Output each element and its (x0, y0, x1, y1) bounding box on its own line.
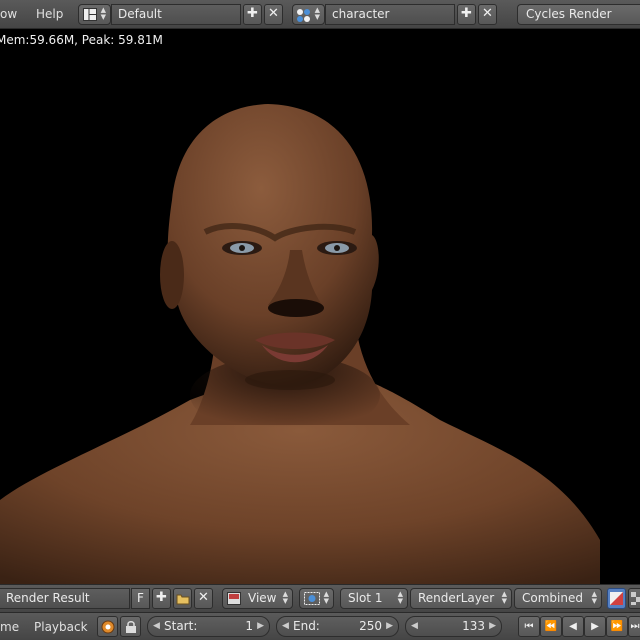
scene-icon (297, 9, 310, 22)
scene-name-field[interactable]: character (325, 4, 455, 25)
open-image-button[interactable] (173, 588, 192, 609)
skip-start-icon: ⏮ (524, 621, 534, 632)
image-editor-icon (227, 592, 241, 605)
delete-screen-button[interactable]: ✕ (264, 4, 283, 25)
top-header: ow Help ▲ ▼ Default ✚ ✕ ▲ ▼ character ✚ ✕ … (0, 0, 640, 29)
arrow-left-icon: ◀ (411, 621, 418, 631)
unlink-image-button[interactable]: ✕ (194, 588, 213, 609)
rewind-icon: ⏪ (544, 621, 558, 632)
updown-arrows-icon: ▲ ▼ (282, 590, 288, 605)
add-scene-button[interactable]: ✚ (457, 4, 476, 25)
view-menu-dropdown[interactable]: View ▲ ▼ (222, 588, 293, 609)
lock-button[interactable] (120, 616, 141, 637)
draw-channels-icon (304, 592, 320, 605)
render-viewport[interactable]: Mem:59.66M, Peak: 59.81M (0, 29, 640, 584)
keying-button[interactable] (97, 616, 118, 637)
arrow-right-icon: ▶ (386, 621, 393, 631)
jump-end-button[interactable]: ⏭ (628, 616, 640, 637)
render-engine-label: Cycles Render (526, 7, 612, 21)
fake-user-button[interactable]: F (131, 588, 150, 609)
new-image-button[interactable]: ✚ (152, 588, 171, 609)
end-value: 250 (359, 619, 382, 633)
play-button[interactable]: ▶ (584, 616, 606, 637)
current-frame-value: 133 (462, 619, 485, 633)
render-result-image (0, 104, 600, 584)
record-icon (101, 620, 114, 634)
arrow-left-icon: ◀ (153, 621, 160, 631)
play-icon: ▶ (591, 621, 599, 632)
updown-arrows-icon: ▲ ▼ (501, 590, 507, 605)
alpha-channel-button[interactable] (628, 588, 640, 609)
folder-icon (176, 594, 189, 605)
slot-dropdown[interactable]: Slot 1 ▲ ▼ (340, 588, 408, 609)
plus-icon: ✚ (156, 590, 167, 605)
screen-layout-selector[interactable]: ▲ ▼ (78, 4, 111, 25)
scene-selector[interactable]: ▲ ▼ (292, 4, 325, 25)
play-reverse-icon: ◀ (569, 621, 577, 632)
draw-channels-selector[interactable]: ▲ ▼ (299, 588, 334, 609)
menu-help[interactable]: Help (36, 7, 63, 21)
close-icon: ✕ (268, 6, 279, 21)
display-channels-button[interactable] (607, 588, 626, 609)
render-pass-label: Combined (522, 591, 583, 605)
current-frame-field[interactable]: ◀ 133 ▶ (405, 616, 502, 637)
layout-grid-icon (83, 8, 97, 21)
start-label: Start: (164, 619, 198, 633)
menu-frame[interactable]: me (0, 620, 19, 634)
fast-forward-icon: ⏩ (610, 621, 624, 632)
view-menu-label: View (248, 591, 277, 605)
menu-window[interactable]: ow (0, 7, 17, 21)
timeline-header: me Playback ◀ Start: 1 ▶ ◀ End: 250 ▶ ◀ … (0, 612, 640, 640)
end-frame-field[interactable]: ◀ End: 250 ▶ (276, 616, 399, 637)
arrow-right-icon: ▶ (489, 621, 496, 631)
screen-layout-name-field[interactable]: Default (111, 4, 241, 25)
updown-arrows-icon: ▲ ▼ (591, 590, 597, 605)
plus-icon: ✚ (461, 6, 472, 21)
close-icon: ✕ (198, 590, 209, 605)
slot-label: Slot 1 (348, 591, 383, 605)
prev-keyframe-button[interactable]: ⏪ (540, 616, 562, 637)
color-alpha-icon (610, 592, 623, 605)
close-icon: ✕ (482, 6, 493, 21)
render-engine-dropdown[interactable]: Cycles Render (517, 4, 640, 25)
image-editor-header: Render Result F ✚ ✕ View ▲ ▼ ▲ ▼ Slot 1 ▲ ▼… (0, 584, 640, 612)
plus-icon: ✚ (247, 6, 258, 21)
image-name-field[interactable]: Render Result (0, 588, 130, 609)
next-keyframe-button[interactable]: ⏩ (606, 616, 628, 637)
updown-arrows-icon: ▲ ▼ (314, 6, 320, 21)
start-value: 1 (245, 619, 253, 633)
play-reverse-button[interactable]: ◀ (562, 616, 584, 637)
render-pass-dropdown[interactable]: Combined ▲ ▼ (514, 588, 602, 609)
skip-end-icon: ⏭ (630, 621, 640, 632)
menu-playback[interactable]: Playback (34, 620, 88, 634)
delete-scene-button[interactable]: ✕ (478, 4, 497, 25)
memory-info-text: Mem:59.66M, Peak: 59.81M (0, 33, 163, 47)
jump-start-button[interactable]: ⏮ (518, 616, 540, 637)
lock-icon (125, 621, 136, 633)
updown-arrows-icon: ▲ ▼ (397, 590, 403, 605)
render-layer-label: RenderLayer (418, 591, 495, 605)
arrow-left-icon: ◀ (282, 621, 289, 631)
checker-icon (631, 592, 640, 605)
updown-arrows-icon: ▲ ▼ (323, 590, 329, 605)
end-label: End: (293, 619, 320, 633)
render-layer-dropdown[interactable]: RenderLayer ▲ ▼ (410, 588, 512, 609)
updown-arrows-icon: ▲ ▼ (100, 6, 106, 21)
add-screen-button[interactable]: ✚ (243, 4, 262, 25)
arrow-right-icon: ▶ (257, 621, 264, 631)
start-frame-field[interactable]: ◀ Start: 1 ▶ (147, 616, 270, 637)
